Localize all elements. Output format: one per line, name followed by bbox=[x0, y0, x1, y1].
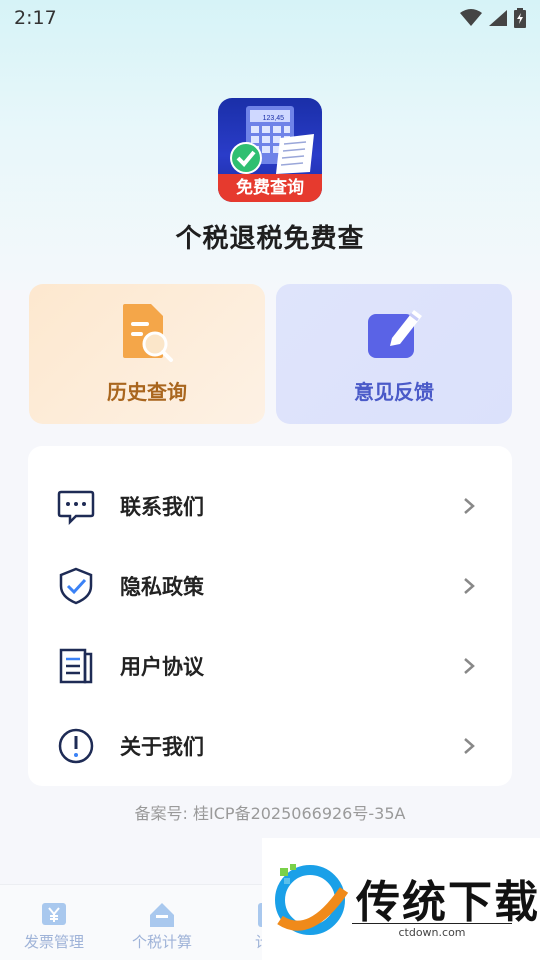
info-circle-icon bbox=[58, 728, 94, 764]
history-query-label: 历史查询 bbox=[107, 380, 187, 404]
menu-label-privacy-policy: 隐私政策 bbox=[120, 575, 204, 599]
menu-item-user-agreement[interactable]: 用户协议 bbox=[28, 626, 512, 706]
icp-record: 备案号: 桂ICP备2025066926号-35A bbox=[134, 804, 406, 823]
history-query-card[interactable]: 历史查询 bbox=[29, 284, 265, 424]
app-icon-number: 123,45 bbox=[263, 115, 285, 122]
settings-menu: 联系我们 隐私政策 用户协议 关于我们 bbox=[28, 446, 512, 786]
status-bar: 2:17 bbox=[0, 0, 540, 36]
watermark-text: 传统下载 bbox=[356, 877, 540, 928]
battery-icon bbox=[514, 8, 526, 28]
chevron-right-icon bbox=[464, 738, 475, 754]
feedback-label: 意见反馈 bbox=[354, 380, 434, 404]
app-icon-badge: 免费查询 bbox=[236, 177, 304, 198]
menu-item-about-us[interactable]: 关于我们 bbox=[28, 706, 512, 786]
document-list-icon bbox=[59, 648, 93, 684]
tab-label-tax-calculation: 个税计算 bbox=[131, 933, 192, 951]
menu-label-user-agreement: 用户协议 bbox=[120, 655, 204, 679]
shield-check-icon bbox=[59, 567, 93, 605]
yen-invoice-icon bbox=[42, 903, 66, 925]
menu-item-privacy-policy[interactable]: 隐私政策 bbox=[28, 546, 512, 626]
status-time: 2:17 bbox=[14, 7, 57, 29]
edit-icon bbox=[368, 310, 422, 358]
menu-item-contact-us[interactable]: 联系我们 bbox=[28, 466, 512, 546]
tab-tax-calculation[interactable]: 个税计算 bbox=[112, 885, 212, 960]
chevron-right-icon bbox=[464, 658, 475, 674]
calculator-icon bbox=[150, 903, 174, 927]
chevron-right-icon bbox=[464, 578, 475, 594]
app-title: 个税退税免费查 bbox=[175, 224, 365, 254]
app-logo: 123,45 免费查询 bbox=[218, 98, 322, 202]
status-icons bbox=[460, 8, 526, 28]
tab-label-invoice-management: 发票管理 bbox=[23, 933, 84, 951]
chevron-right-icon bbox=[464, 498, 475, 514]
feedback-card[interactable]: 意见反馈 bbox=[276, 284, 512, 424]
watermark-emblem-icon bbox=[275, 864, 349, 935]
document-search-icon bbox=[123, 304, 173, 362]
signal-icon bbox=[489, 10, 507, 26]
chat-bubble-icon bbox=[57, 490, 95, 526]
wifi-icon bbox=[460, 9, 482, 26]
watermark-logo: 传统下载 ctdown.com bbox=[262, 838, 540, 960]
tab-invoice-management[interactable]: 发票管理 bbox=[4, 885, 104, 960]
watermark-url: ctdown.com bbox=[352, 923, 512, 939]
menu-label-about-us: 关于我们 bbox=[120, 735, 204, 759]
menu-label-contact-us: 联系我们 bbox=[120, 495, 204, 519]
